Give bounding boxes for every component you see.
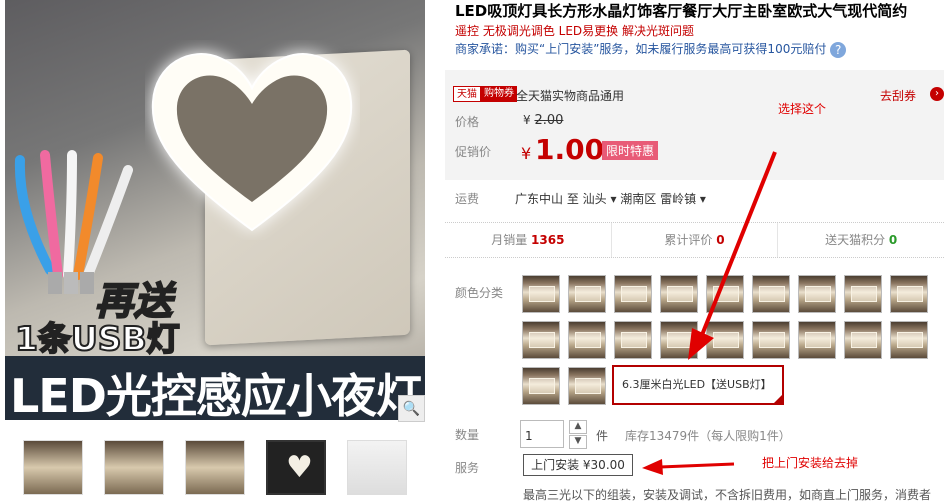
tmall-points: 送天猫积分 0: [778, 223, 944, 257]
stock-info: 库存13479件（每人限购1件）: [625, 429, 791, 443]
tmall-points-value: 0: [888, 233, 898, 247]
thumbnail-2[interactable]: [104, 440, 164, 495]
merchant-promise: 商家承诺：购买“上门安装”服务，如未履行服务最高可获得100元赔付 ?: [455, 40, 847, 58]
quantity-decrease-button[interactable]: ▼: [569, 435, 587, 449]
annotation-remove-install: 把上门安装给去掉: [762, 456, 859, 470]
heart-night-light: [151, 53, 353, 232]
coupon-desc: 全天猫实物商品通用: [516, 89, 625, 103]
thumbnail-3[interactable]: [185, 440, 245, 495]
color-swatch[interactable]: [890, 275, 928, 313]
thumbnail-5[interactable]: [347, 440, 407, 495]
currency-symbol: ¥: [521, 144, 532, 163]
color-swatch[interactable]: [522, 367, 560, 405]
thumbnail-1[interactable]: [23, 440, 83, 495]
color-swatch[interactable]: [844, 275, 882, 313]
thumbnail-4-selected[interactable]: [266, 440, 326, 495]
color-option-selected[interactable]: 6.3厘米白光LED【送USB灯】: [612, 365, 784, 405]
tmall-points-label: 送天猫积分: [825, 233, 889, 247]
promo-price: ¥ 1.00: [521, 133, 604, 166]
quantity-unit: 件: [596, 429, 609, 443]
product-subtitle: 遥控 无极调光调色 LED易更换 解决光斑问题: [455, 24, 694, 38]
promo-price-value: 1.00: [535, 133, 605, 166]
service-description: 最高三光以下的组装，安装及调试，不含拆旧费用，如商直上门服务，消费者: [523, 488, 932, 502]
currency-symbol: ¥: [523, 113, 531, 127]
color-swatch[interactable]: [568, 275, 606, 313]
annotation-choose-this: 选择这个: [778, 102, 827, 116]
color-swatch[interactable]: [522, 321, 560, 359]
color-swatch[interactable]: [844, 321, 882, 359]
price-label: 价格: [455, 115, 480, 129]
quantity-input[interactable]: 1: [520, 420, 564, 448]
tmall-tag: 天猫: [453, 86, 481, 102]
color-swatch[interactable]: [890, 321, 928, 359]
zoom-icon[interactable]: 🔍: [398, 395, 425, 422]
color-swatch[interactable]: [522, 275, 560, 313]
thumbnail-strip: [23, 440, 407, 495]
annotation-arrow-left: [642, 459, 735, 475]
quantity-label: 数量: [455, 428, 480, 442]
monthly-sales: 月销量 1365: [445, 223, 612, 257]
shipping-label: 运费: [455, 192, 480, 206]
color-swatch[interactable]: [568, 367, 606, 405]
usb-text: 1条USB灯: [14, 318, 181, 359]
chevron-right-icon[interactable]: ›: [930, 87, 944, 101]
tmall-coupon-tag: 天猫 购物券: [453, 86, 517, 102]
color-label: 颜色分类: [455, 286, 504, 300]
quantity-increase-button[interactable]: ▲: [569, 420, 587, 434]
monthly-sales-value: 1365: [531, 233, 565, 247]
promo-price-label: 促销价: [455, 145, 492, 159]
original-price: ¥ 2.00: [523, 113, 563, 128]
color-swatch[interactable]: [798, 275, 836, 313]
help-icon[interactable]: ?: [830, 41, 847, 58]
get-coupon-link[interactable]: 去刮券: [880, 87, 916, 104]
annotation-arrow-up: [688, 151, 777, 360]
monthly-sales-label: 月销量: [491, 233, 532, 247]
product-title: LED吸顶灯具长方形水晶灯饰客厅餐厅大厅主卧室欧式大气现代简约: [455, 2, 908, 20]
old-price-value: 2.00: [534, 113, 564, 128]
color-swatch[interactable]: [568, 321, 606, 359]
install-service-option[interactable]: 上门安装 ¥30.00: [523, 454, 633, 476]
promise-text: 商家承诺：购买“上门安装”服务，如未履行服务最高可获得100元赔付: [455, 42, 827, 56]
coupon-tag: 购物券: [481, 86, 517, 102]
service-label: 服务: [455, 461, 480, 475]
banner-text: LED光控感应小夜灯: [10, 369, 422, 423]
color-swatch[interactable]: [798, 321, 836, 359]
